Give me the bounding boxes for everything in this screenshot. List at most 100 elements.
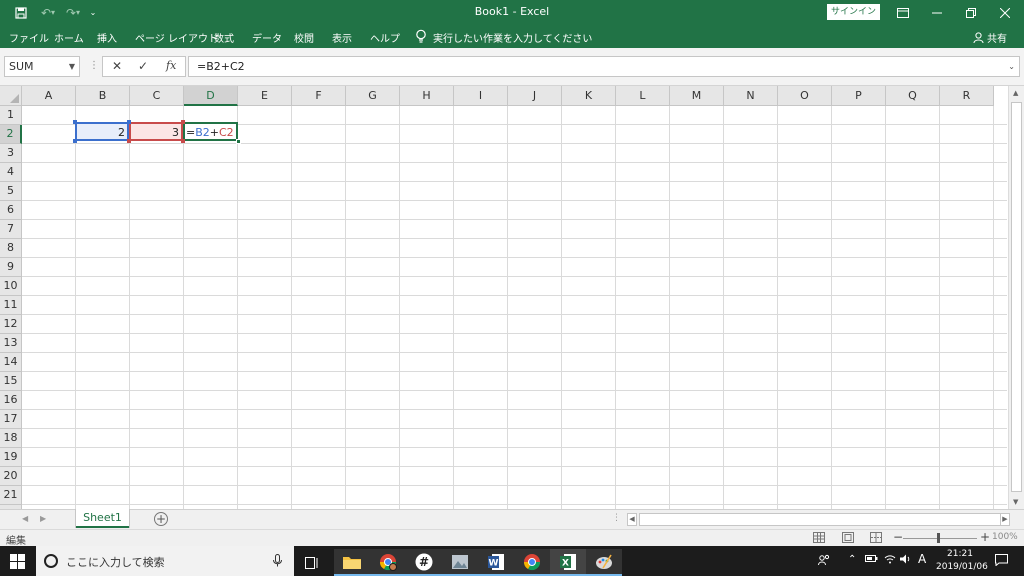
file-explorer-icon[interactable] — [334, 549, 370, 576]
column-header[interactable]: D — [184, 86, 238, 106]
row-header[interactable]: 19 — [0, 448, 22, 467]
column-header[interactable]: O — [778, 86, 832, 106]
word-icon[interactable]: W — [478, 549, 514, 576]
taskbar-search-box[interactable]: ここに入力して検索 — [36, 546, 294, 576]
tab-data[interactable]: データ — [252, 30, 282, 45]
column-header[interactable]: J — [508, 86, 562, 106]
scroll-right-icon[interactable]: ▶ — [1000, 513, 1010, 526]
column-header[interactable]: C — [130, 86, 184, 106]
range-handle[interactable] — [73, 139, 77, 143]
task-view-icon[interactable] — [294, 549, 330, 576]
cell-c2[interactable]: 3 — [129, 122, 183, 141]
tab-page-layout[interactable]: ページ レイアウト — [135, 30, 218, 45]
clock-time[interactable]: 21:21 — [947, 549, 973, 559]
column-header[interactable]: E — [238, 86, 292, 106]
row-header[interactable]: 2 — [0, 125, 22, 144]
enter-icon[interactable]: ✓ — [138, 59, 148, 73]
zoom-level[interactable]: 100% — [992, 532, 1018, 542]
tab-formulas[interactable]: 数式 — [214, 30, 234, 45]
wifi-icon[interactable] — [884, 554, 896, 567]
sheet-tab-sheet1[interactable]: Sheet1 — [76, 509, 129, 528]
row-header[interactable]: 20 — [0, 467, 22, 486]
column-header[interactable]: L — [616, 86, 670, 106]
name-box[interactable]: SUM ▼ — [4, 56, 80, 77]
notification-icon[interactable] — [995, 554, 1008, 569]
range-handle[interactable] — [73, 120, 77, 124]
tab-insert[interactable]: 挿入 — [97, 30, 117, 45]
zoom-slider[interactable] — [903, 538, 977, 539]
column-header[interactable]: N — [724, 86, 778, 106]
tab-split-handle[interactable]: ⋮ — [612, 513, 621, 523]
tab-review[interactable]: 校閲 — [294, 30, 314, 45]
row-header[interactable]: 6 — [0, 201, 22, 220]
range-handle[interactable] — [127, 120, 131, 124]
vertical-scroll-thumb[interactable] — [1011, 102, 1022, 492]
column-header[interactable]: G — [346, 86, 400, 106]
insert-function-icon[interactable]: fx — [166, 59, 176, 72]
vertical-scrollbar[interactable]: ▲ ▼ — [1008, 86, 1024, 509]
tell-me-search[interactable]: 実行したい作業を入力してください — [433, 30, 592, 45]
scroll-down-icon[interactable]: ▼ — [1013, 498, 1018, 506]
formula-input[interactable]: =B2+C2 ⌄ — [188, 56, 1020, 77]
column-header[interactable]: I — [454, 86, 508, 106]
row-header[interactable]: 10 — [0, 277, 22, 296]
column-header[interactable]: R — [940, 86, 994, 106]
formula-bar-splitter[interactable]: ⋮ — [89, 60, 99, 71]
sheet-scroll-left-icon[interactable]: ◀ — [22, 514, 28, 523]
chrome-icon[interactable] — [514, 549, 550, 576]
row-header[interactable]: 16 — [0, 391, 22, 410]
clock-date[interactable]: 2019/01/06 — [936, 562, 988, 572]
row-header[interactable]: 21 — [0, 486, 22, 505]
minimize-icon[interactable] — [920, 0, 954, 25]
expand-formula-bar-icon[interactable]: ⌄ — [1008, 57, 1015, 76]
page-break-view-icon[interactable] — [870, 532, 882, 543]
row-header[interactable]: 13 — [0, 334, 22, 353]
tab-file[interactable]: ファイル — [9, 30, 49, 45]
ribbon-display-options-icon[interactable] — [886, 0, 920, 25]
cell-d2-active[interactable]: =B2+C2 — [183, 122, 238, 141]
sheet-scroll-right-icon[interactable]: ▶ — [40, 514, 46, 523]
column-header[interactable]: M — [670, 86, 724, 106]
microphone-icon[interactable] — [273, 554, 282, 570]
page-layout-view-icon[interactable] — [842, 532, 854, 543]
normal-view-icon[interactable] — [813, 532, 825, 543]
row-header[interactable]: 4 — [0, 163, 22, 182]
photos-icon[interactable] — [442, 549, 478, 576]
paint-icon[interactable] — [586, 549, 622, 576]
scroll-left-icon[interactable]: ◀ — [627, 513, 637, 526]
zoom-out-button[interactable]: − — [893, 530, 903, 544]
column-header[interactable]: P — [832, 86, 886, 106]
select-all-button[interactable] — [0, 86, 22, 106]
horizontal-scrollbar[interactable]: ◀ ▶ — [627, 513, 1010, 526]
row-header[interactable]: 1 — [0, 106, 22, 125]
row-header[interactable]: 9 — [0, 258, 22, 277]
row-header[interactable]: 11 — [0, 296, 22, 315]
chevron-down-icon[interactable]: ▼ — [69, 57, 75, 76]
new-sheet-icon[interactable]: + — [154, 512, 168, 526]
excel-icon[interactable]: X — [550, 549, 586, 576]
column-header[interactable]: B — [76, 86, 130, 106]
zoom-in-button[interactable]: + — [980, 530, 990, 544]
tab-view[interactable]: 表示 — [332, 30, 352, 45]
row-header[interactable]: 15 — [0, 372, 22, 391]
column-header[interactable]: A — [22, 86, 76, 106]
fill-handle[interactable] — [236, 139, 241, 144]
tab-home[interactable]: ホーム — [54, 30, 84, 45]
row-header[interactable]: 5 — [0, 182, 22, 201]
close-icon[interactable] — [988, 0, 1022, 25]
column-header[interactable]: F — [292, 86, 346, 106]
row-header[interactable]: 3 — [0, 144, 22, 163]
row-header[interactable]: 7 — [0, 220, 22, 239]
chrome-profile-icon[interactable] — [370, 549, 406, 576]
column-header[interactable]: K — [562, 86, 616, 106]
column-header[interactable]: H — [400, 86, 454, 106]
scroll-up-icon[interactable]: ▲ — [1013, 89, 1018, 97]
row-header[interactable]: 8 — [0, 239, 22, 258]
row-header[interactable]: 12 — [0, 315, 22, 334]
worksheet-grid[interactable]: ABCDEFGHIJKLMNOPQR 1 2 3 4 5 6 7 8 9 10 11 12 13 14 15… — [0, 86, 1024, 509]
restore-icon[interactable] — [954, 0, 988, 25]
horizontal-scroll-thumb[interactable] — [639, 513, 1003, 526]
range-handle[interactable] — [181, 120, 185, 124]
tab-help[interactable]: ヘルプ — [370, 30, 400, 45]
slack-icon[interactable]: # — [406, 549, 442, 576]
